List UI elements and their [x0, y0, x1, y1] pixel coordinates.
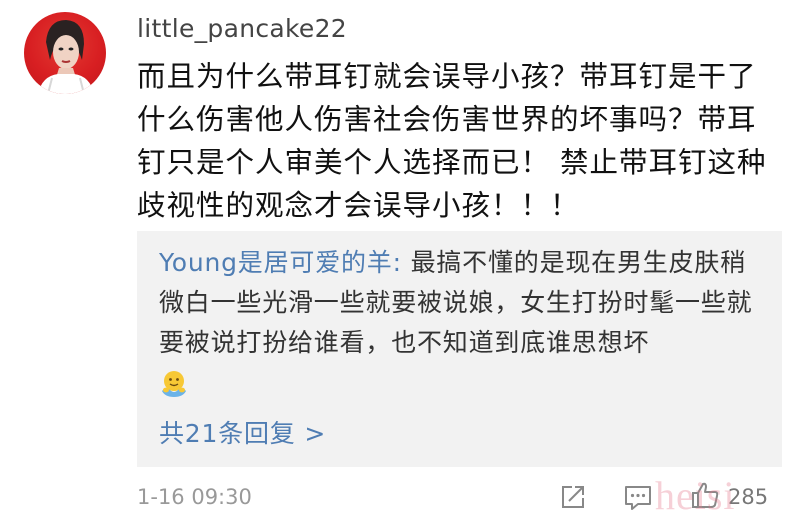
username[interactable]: little_pancake22: [137, 14, 347, 43]
watermark: heisi: [655, 473, 736, 518]
timestamp: 1-16 09:30: [137, 485, 252, 509]
hug-emoji-icon: [162, 371, 186, 397]
avatar-portrait: [38, 20, 94, 94]
reply-author-link[interactable]: Young是居可爱的羊:: [159, 248, 402, 277]
avatar[interactable]: [24, 12, 106, 94]
share-icon[interactable]: [560, 484, 586, 510]
comment-icon[interactable]: [624, 485, 652, 511]
comment-card: little_pancake22 而且为什么带耳钉就会误导小孩？带耳钉是干了什么…: [0, 0, 800, 527]
reply-preview[interactable]: Young是居可爱的羊: 最搞不懂的是现在男生皮肤稍微白一些光滑一些就要被说娘，…: [137, 231, 782, 467]
reply-content: Young是居可爱的羊: 最搞不懂的是现在男生皮肤稍微白一些光滑一些就要被说娘，…: [159, 243, 759, 363]
view-replies-link[interactable]: 共21条回复 >: [159, 414, 326, 450]
comment-text: 而且为什么带耳钉就会误导小孩？带耳钉是干了什么伤害他人伤害社会伤害世界的坏事吗？…: [137, 60, 767, 222]
